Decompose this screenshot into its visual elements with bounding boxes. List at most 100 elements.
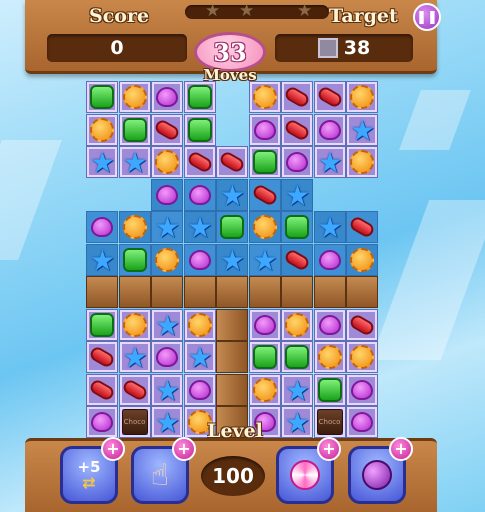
board-cell[interactable]: ★ [183,211,216,243]
board-cell[interactable] [281,81,313,113]
swap-arrows-icon: ⇄ [82,473,96,492]
board-cell[interactable]: ★ [313,146,346,178]
board-cell[interactable] [86,373,118,406]
board-cell[interactable] [248,178,281,211]
board-cell[interactable]: ★ [281,373,313,406]
board-cell[interactable] [86,308,118,341]
add-booster-button[interactable]: + [101,437,125,461]
purple-heart-candy-icon [188,249,211,270]
board-cell[interactable] [248,373,281,406]
board-cell[interactable]: ★ [151,308,183,341]
board-cell[interactable] [313,373,346,406]
board-cell[interactable] [248,308,281,341]
board-cell[interactable] [346,341,378,373]
board-cell[interactable] [118,373,151,406]
purple-heart-candy-icon [286,152,308,172]
orange-flower-candy-icon [122,215,147,239]
board-cell[interactable]: Choco [313,406,346,438]
board-cell[interactable] [118,243,151,276]
board-cell[interactable] [248,146,281,178]
board-cell[interactable] [281,308,313,341]
board-cell[interactable] [346,146,378,178]
board-cell[interactable] [118,81,151,113]
board-cell[interactable] [118,308,151,341]
bomb-booster[interactable]: + [348,437,413,504]
red-bean-candy-icon [315,84,344,110]
board-cell[interactable] [183,178,216,211]
board-cell[interactable] [151,341,183,373]
board-cell[interactable]: ★ [216,243,248,276]
hand-booster[interactable]: ☝ + [131,437,196,504]
board-cell[interactable] [313,81,346,113]
board-cell[interactable] [183,81,216,113]
board-cell[interactable] [86,341,118,373]
board-cell[interactable] [281,113,313,146]
board-cell[interactable]: ★ [248,243,281,277]
board-cell[interactable] [248,81,281,113]
board-cell[interactable] [346,406,378,438]
board-cell[interactable] [86,81,118,113]
board-cell[interactable] [248,211,281,243]
extra-moves-booster[interactable]: +5 ⇄ + [60,437,125,504]
board-cell[interactable] [183,113,216,146]
add-booster-button[interactable]: + [389,437,413,461]
board-cell[interactable] [346,373,378,406]
board-cell[interactable] [281,211,313,243]
board-cell[interactable]: ★ [281,406,313,438]
board-cell[interactable] [183,308,216,341]
board-cell[interactable] [118,113,151,146]
orange-flower-candy-icon [285,312,309,337]
board-cell[interactable]: ★ [151,373,183,406]
board-cell[interactable]: ★ [216,178,248,211]
board-cell[interactable]: ★ [151,406,183,438]
board-cell[interactable] [216,211,248,243]
board-cell[interactable]: ★ [118,146,151,178]
blue-star-candy-icon: ★ [252,243,278,277]
board-cell[interactable] [86,113,118,146]
board-cell[interactable]: ★ [313,211,346,243]
board-cell[interactable] [183,243,216,276]
level-number: 100 [201,456,265,496]
board-cell[interactable] [118,211,151,243]
board-cell[interactable] [151,243,183,276]
board-cell[interactable]: Choco [118,406,151,438]
board-cell[interactable] [313,308,346,341]
board-cell[interactable]: ★ [183,341,216,373]
board-cell[interactable] [248,341,281,373]
lollipop-booster[interactable]: + [276,437,341,504]
board-cell[interactable] [281,243,313,276]
board-cell[interactable]: ★ [118,341,151,373]
board-cell[interactable] [151,178,183,211]
blue-star-candy-icon: ★ [155,211,181,244]
green-square-candy-icon [187,85,212,109]
board-cell[interactable] [281,341,313,373]
add-booster-button[interactable]: + [172,437,196,461]
board-cell[interactable] [151,81,183,113]
board-cell[interactable] [86,211,118,243]
level-value: 100 [212,464,254,488]
board-cell[interactable] [183,146,216,178]
board-cell[interactable] [216,146,248,178]
board-cell[interactable]: ★ [86,243,118,276]
board-cell[interactable] [346,211,378,243]
board-cell[interactable] [86,406,118,438]
board-cell[interactable] [346,81,378,113]
board-cell[interactable]: ★ [281,178,313,211]
board-cell[interactable]: ★ [346,113,378,146]
board-cell[interactable]: ★ [86,146,118,178]
board-cell[interactable] [248,113,281,146]
board-cell[interactable] [346,243,378,276]
add-booster-button[interactable]: + [317,437,341,461]
board-cell[interactable] [346,308,378,341]
level-label: Level [207,420,263,442]
red-bean-candy-icon [283,117,311,142]
board-cell[interactable] [151,113,183,146]
board-cell[interactable] [281,146,313,178]
green-square-candy-icon [187,117,212,142]
board-cell[interactable] [313,243,346,276]
board-cell[interactable]: ★ [151,211,183,243]
board-cell[interactable] [183,373,216,406]
board-cell[interactable] [313,341,346,373]
board-cell[interactable] [151,146,183,178]
board-cell[interactable] [313,113,346,146]
